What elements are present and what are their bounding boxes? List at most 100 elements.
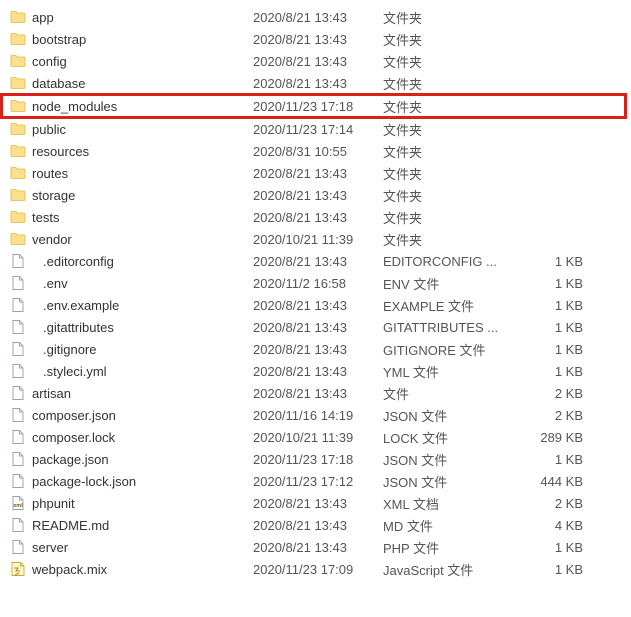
file-name: vendor (28, 232, 253, 247)
file-name: .env (28, 276, 253, 291)
file-size: 2 KB (523, 386, 603, 401)
file-row[interactable]: webpack.mix2020/11/23 17:09JavaScript 文件… (0, 558, 631, 580)
file-date: 2020/8/21 13:43 (253, 386, 383, 401)
file-name: composer.lock (28, 430, 253, 445)
file-date: 2020/8/21 13:43 (253, 54, 383, 69)
file-date: 2020/8/21 13:43 (253, 188, 383, 203)
file-icon (8, 539, 28, 555)
file-date: 2020/8/21 13:43 (253, 210, 383, 225)
file-name: composer.json (28, 408, 253, 423)
file-icon (8, 253, 28, 269)
file-size: 1 KB (523, 562, 603, 577)
file-size: 1 KB (523, 254, 603, 269)
file-type: 文件夹 (383, 164, 523, 183)
folder-icon (8, 31, 28, 47)
file-type: 文件夹 (383, 52, 523, 71)
file-date: 2020/11/23 17:12 (253, 474, 383, 489)
file-name: routes (28, 166, 253, 181)
file-row[interactable]: .env2020/11/2 16:58ENV 文件1 KB (0, 272, 631, 294)
file-icon (8, 297, 28, 313)
file-row[interactable]: server2020/8/21 13:43PHP 文件1 KB (0, 536, 631, 558)
file-name: server (28, 540, 253, 555)
file-type: GITATTRIBUTES ... (383, 320, 523, 335)
file-date: 2020/11/16 14:19 (253, 408, 383, 423)
file-row[interactable]: composer.json2020/11/16 14:19JSON 文件2 KB (0, 404, 631, 426)
file-row[interactable]: routes2020/8/21 13:43文件夹 (0, 162, 631, 184)
folder-icon (8, 53, 28, 69)
file-icon (8, 473, 28, 489)
file-type: XML 文档 (383, 494, 523, 513)
svg-text:xml: xml (13, 503, 23, 509)
file-type: 文件夹 (383, 74, 523, 93)
file-row[interactable]: .env.example2020/8/21 13:43EXAMPLE 文件1 K… (0, 294, 631, 316)
file-icon (8, 341, 28, 357)
file-row[interactable]: public2020/11/23 17:14文件夹 (0, 118, 631, 140)
file-icon (8, 407, 28, 423)
file-date: 2020/8/21 13:43 (253, 166, 383, 181)
file-name: tests (28, 210, 253, 225)
file-size: 2 KB (523, 408, 603, 423)
file-date: 2020/11/23 17:09 (253, 562, 383, 577)
file-size: 289 KB (523, 430, 603, 445)
file-name: storage (28, 188, 253, 203)
file-row[interactable]: .gitignore2020/8/21 13:43GITIGNORE 文件1 K… (0, 338, 631, 360)
folder-icon (8, 121, 28, 137)
folder-icon (8, 209, 28, 225)
file-row[interactable]: composer.lock2020/10/21 11:39LOCK 文件289 … (0, 426, 631, 448)
file-date: 2020/8/21 13:43 (253, 496, 383, 511)
file-row[interactable]: .editorconfig2020/8/21 13:43EDITORCONFIG… (0, 250, 631, 272)
file-name: package.json (28, 452, 253, 467)
file-row[interactable]: resources2020/8/31 10:55文件夹 (0, 140, 631, 162)
file-name: resources (28, 144, 253, 159)
file-type: JSON 文件 (383, 406, 523, 425)
file-name: README.md (28, 518, 253, 533)
file-row[interactable]: artisan2020/8/21 13:43文件2 KB (0, 382, 631, 404)
file-row[interactable]: tests2020/8/21 13:43文件夹 (0, 206, 631, 228)
file-row[interactable]: package.json2020/11/23 17:18JSON 文件1 KB (0, 448, 631, 470)
file-name: app (28, 10, 253, 25)
file-date: 2020/10/21 11:39 (253, 232, 383, 247)
file-size: 1 KB (523, 298, 603, 313)
file-type: EXAMPLE 文件 (383, 296, 523, 315)
file-type: LOCK 文件 (383, 428, 523, 447)
file-type: JavaScript 文件 (383, 560, 523, 579)
folder-icon (8, 231, 28, 247)
file-date: 2020/11/23 17:14 (253, 122, 383, 137)
file-row[interactable]: xml phpunit2020/8/21 13:43XML 文档2 KB (0, 492, 631, 514)
file-size: 1 KB (523, 320, 603, 335)
file-type: ENV 文件 (383, 274, 523, 293)
xml-file-icon: xml (8, 495, 28, 511)
file-icon (8, 429, 28, 445)
file-icon (8, 363, 28, 379)
file-row[interactable]: .styleci.yml2020/8/21 13:43YML 文件1 KB (0, 360, 631, 382)
file-row[interactable]: node_modules2020/11/23 17:18文件夹 (0, 93, 627, 119)
file-row[interactable]: README.md2020/8/21 13:43MD 文件4 KB (0, 514, 631, 536)
file-icon (8, 275, 28, 291)
file-row[interactable]: app2020/8/21 13:43文件夹 (0, 6, 631, 28)
file-row[interactable]: database2020/8/21 13:43文件夹 (0, 72, 631, 94)
file-row[interactable]: config2020/8/21 13:43文件夹 (0, 50, 631, 72)
file-row[interactable]: vendor2020/10/21 11:39文件夹 (0, 228, 631, 250)
folder-icon (8, 98, 28, 114)
file-name: artisan (28, 386, 253, 401)
file-date: 2020/8/21 13:43 (253, 298, 383, 313)
file-type: 文件夹 (383, 8, 523, 27)
file-date: 2020/8/21 13:43 (253, 10, 383, 25)
folder-icon (8, 143, 28, 159)
file-row[interactable]: package-lock.json2020/11/23 17:12JSON 文件… (0, 470, 631, 492)
file-date: 2020/11/2 16:58 (253, 276, 383, 291)
file-size: 1 KB (523, 540, 603, 555)
file-name: phpunit (28, 496, 253, 511)
file-name: webpack.mix (28, 562, 253, 577)
folder-icon (8, 9, 28, 25)
file-date: 2020/8/31 10:55 (253, 144, 383, 159)
file-row[interactable]: .gitattributes2020/8/21 13:43GITATTRIBUT… (0, 316, 631, 338)
file-date: 2020/8/21 13:43 (253, 32, 383, 47)
file-name: .gitattributes (28, 320, 253, 335)
folder-icon (8, 75, 28, 91)
file-name: public (28, 122, 253, 137)
js-file-icon (8, 561, 28, 577)
file-size: 4 KB (523, 518, 603, 533)
file-row[interactable]: storage2020/8/21 13:43文件夹 (0, 184, 631, 206)
file-row[interactable]: bootstrap2020/8/21 13:43文件夹 (0, 28, 631, 50)
